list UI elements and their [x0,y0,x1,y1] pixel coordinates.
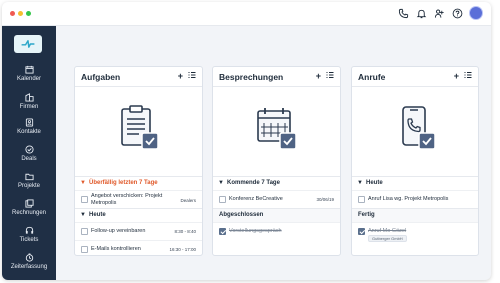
aufgaben-card: Aufgaben + ▼ Überfällig letzten 7 Tage A… [74,66,203,256]
meeting-text: Konferenz BeCreative [229,196,283,202]
check-circle-icon [24,145,34,154]
divider [75,86,202,87]
sidebar-item-label: Kontakte [17,129,41,135]
sidebar-item-zeiterfassung[interactable]: Zeiterfassung [2,253,56,279]
sidebar-item-label: Kalender [16,76,42,82]
sidebar-item-firmen[interactable]: Firmen [2,93,56,119]
section-overdue[interactable]: ▼ Überfällig letzten 7 Tage [75,176,202,190]
meeting-text: Vorstellungsgespräch [229,228,282,234]
task-text: Angebot verschicken: Projekt Metropolis [91,193,163,206]
divider [352,86,478,87]
call-row[interactable]: Anruf Mo Gözel Gutberger GmbH [352,222,478,250]
sidebar: Kalender Firmen Kontakte Deals Projekte … [2,26,56,280]
section-upcoming[interactable]: ▼ Kommende 7 Tage [213,176,340,190]
calendar-icon [24,65,34,74]
besprechungen-card: Besprechungen + ▼ Kommende 7 Tage Konfer… [212,66,341,256]
section-label: Kommende 7 Tage [227,180,280,186]
chevron-down-icon: ▼ [357,180,363,186]
add-task-button[interactable]: + [178,71,183,81]
app-logo[interactable] [14,35,42,53]
title-bar [2,2,491,26]
call-checkbox-checked[interactable] [358,228,365,235]
task-text: Follow-up vereinbaren [91,228,146,234]
avatar[interactable] [469,6,483,20]
sidebar-item-label: Tickets [19,237,39,243]
card-title: Anrufe [358,72,386,82]
section-today[interactable]: ▼ Heute [352,176,478,190]
meeting-checkbox-checked[interactable] [219,228,226,235]
card-title: Besprechungen [219,72,284,82]
section-today[interactable]: ▼ Heute [75,208,202,222]
top-toolbar [397,6,483,20]
sidebar-item-tickets[interactable]: Tickets [2,226,56,252]
section-done[interactable]: Fertig [352,208,478,222]
phone-icon[interactable] [397,7,410,20]
clock-icon [25,253,33,262]
building-icon [24,93,34,102]
meeting-checkbox[interactable] [219,196,226,203]
people-icon[interactable] [433,7,446,20]
card-title: Aufgaben [81,72,121,82]
task-row[interactable]: E-Mails kontrollieren 16:30 - 17:00 [75,240,202,255]
task-checkbox[interactable] [81,196,88,203]
list-icon[interactable] [464,71,472,81]
calendar-grid-icon [253,103,303,153]
bell-icon[interactable] [415,7,428,20]
call-checkbox[interactable] [358,196,365,203]
close-window-dot[interactable] [10,11,15,16]
add-meeting-button[interactable]: + [316,71,321,81]
sidebar-item-projekte[interactable]: Projekte [2,172,56,198]
call-text: Anruf Mo Gözel [368,228,407,234]
sidebar-item-rechnungen[interactable]: Rechnungen [2,199,56,225]
help-icon[interactable] [451,7,464,20]
headset-icon [25,226,33,234]
chevron-down-icon: ▼ [218,180,224,186]
call-text: Anruf Lisa wg. Projekt Metropolis [368,196,449,202]
anrufe-card: Anrufe + ▼ Heute Anruf Lisa wg. Projekt … [351,66,479,256]
task-time: 8:30 - 8:40 [174,228,196,234]
call-row[interactable]: Anruf Lisa wg. Projekt Metropolis [352,190,478,208]
sidebar-item-kontakte[interactable]: Kontakte [2,118,56,144]
folder-icon [24,173,34,181]
section-label: Abgeschlossen [219,212,264,218]
chevron-down-icon: ▼ [80,212,86,218]
section-label: Fertig [358,212,375,218]
chevron-down-icon: ▼ [80,180,86,186]
invoice-icon [24,199,34,208]
sidebar-item-label: Projekte [17,183,40,189]
add-call-button[interactable]: + [454,71,459,81]
task-meta: Dealers [180,198,196,203]
sidebar-item-label: Rechnungen [11,210,47,216]
section-done[interactable]: Abgeschlossen [213,208,340,222]
app-window: Kalender Firmen Kontakte Deals Projekte … [2,2,491,280]
task-row[interactable]: Follow-up vereinbaren 8:30 - 8:40 [75,222,202,240]
task-row[interactable]: Angebot verschicken: Projekt Metropolis … [75,190,202,208]
smartphone-icon [392,103,442,153]
sidebar-item-label: Deals [21,156,37,162]
task-time: 16:30 - 17:00 [169,246,196,252]
meeting-date: 30/06/19 [316,196,334,202]
list-icon[interactable] [326,71,334,81]
section-label: Überfällig letzten 7 Tage [89,180,158,186]
meeting-row[interactable]: Vorstellungsgespräch [213,222,340,240]
company-chip[interactable]: Gutberger GmbH [368,235,407,242]
sidebar-item-label: Firmen [19,104,39,110]
clipboard-icon [115,103,165,153]
meeting-row[interactable]: Konferenz BeCreative 30/06/19 [213,190,340,208]
sidebar-item-label: Zeiterfassung [10,264,48,270]
contact-icon [25,118,33,127]
divider [213,86,340,87]
section-label: Heute [366,180,383,186]
maximize-window-dot[interactable] [26,11,31,16]
sidebar-item-kalender[interactable]: Kalender [2,65,56,91]
sidebar-item-deals[interactable]: Deals [2,145,56,171]
minimize-window-dot[interactable] [18,11,23,16]
task-checkbox[interactable] [81,228,88,235]
list-icon[interactable] [188,71,196,81]
task-text: E-Mails kontrollieren [91,246,141,252]
section-label: Heute [89,212,106,218]
task-checkbox[interactable] [81,246,88,253]
